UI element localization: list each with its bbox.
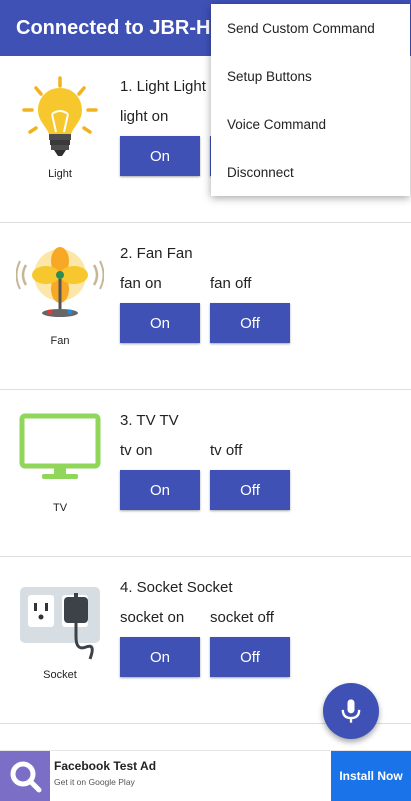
device-card-fan: Fan 2. Fan Fan fan on fan off On Off xyxy=(0,223,411,390)
tv-on-button[interactable]: On xyxy=(120,470,200,510)
ad-title: Facebook Test Ad xyxy=(54,759,157,773)
tv-off-button[interactable]: Off xyxy=(210,470,290,510)
device-caption: Fan xyxy=(50,335,70,347)
socket-on-button[interactable]: On xyxy=(120,637,200,677)
search-magnifier-icon xyxy=(10,761,42,793)
light-bulb-icon xyxy=(16,74,104,162)
voice-command-fab[interactable] xyxy=(323,683,379,739)
device-title: 1. Light Light xyxy=(120,78,206,95)
socket-off-button[interactable]: Off xyxy=(210,637,290,677)
fan-off-button[interactable]: Off xyxy=(210,303,290,343)
menu-item-disconnect[interactable]: Disconnect xyxy=(211,148,410,196)
device-title: 3. TV TV xyxy=(120,412,179,429)
ad-banner[interactable]: Facebook Test Ad Get it on Google Play I… xyxy=(0,750,411,801)
ad-subtitle: Get it on Google Play xyxy=(54,777,135,787)
fan-icon xyxy=(16,241,104,329)
device-card-tv: TV 3. TV TV tv on tv off On Off xyxy=(0,390,411,557)
overflow-menu: Send Custom Command Setup Buttons Voice … xyxy=(211,4,410,196)
socket-icon xyxy=(16,575,104,663)
fan-on-button[interactable]: On xyxy=(120,303,200,343)
device-caption: Socket xyxy=(43,669,77,681)
install-now-button[interactable]: Install Now xyxy=(331,751,411,801)
device-caption: Light xyxy=(48,168,72,180)
microphone-icon xyxy=(341,699,361,723)
off-command-label: socket off xyxy=(210,609,274,626)
menu-item-voice-command[interactable]: Voice Command xyxy=(211,100,410,148)
menu-item-send-custom-command[interactable]: Send Custom Command xyxy=(211,4,410,52)
on-command-label: fan on xyxy=(120,275,162,292)
on-command-label: tv on xyxy=(120,442,153,459)
on-command-label: light on xyxy=(120,108,169,125)
app-title: Connected to JBR-HC xyxy=(16,16,225,39)
ad-logo xyxy=(0,751,50,801)
on-command-label: socket on xyxy=(120,609,185,626)
device-title: 4. Socket Socket xyxy=(120,579,233,596)
off-command-label: fan off xyxy=(210,275,252,292)
menu-item-setup-buttons[interactable]: Setup Buttons xyxy=(211,52,410,100)
device-title: 2. Fan Fan xyxy=(120,245,193,262)
light-on-button[interactable]: On xyxy=(120,136,200,176)
off-command-label: tv off xyxy=(210,442,243,459)
device-caption: TV xyxy=(52,502,68,514)
tv-icon xyxy=(16,408,104,496)
